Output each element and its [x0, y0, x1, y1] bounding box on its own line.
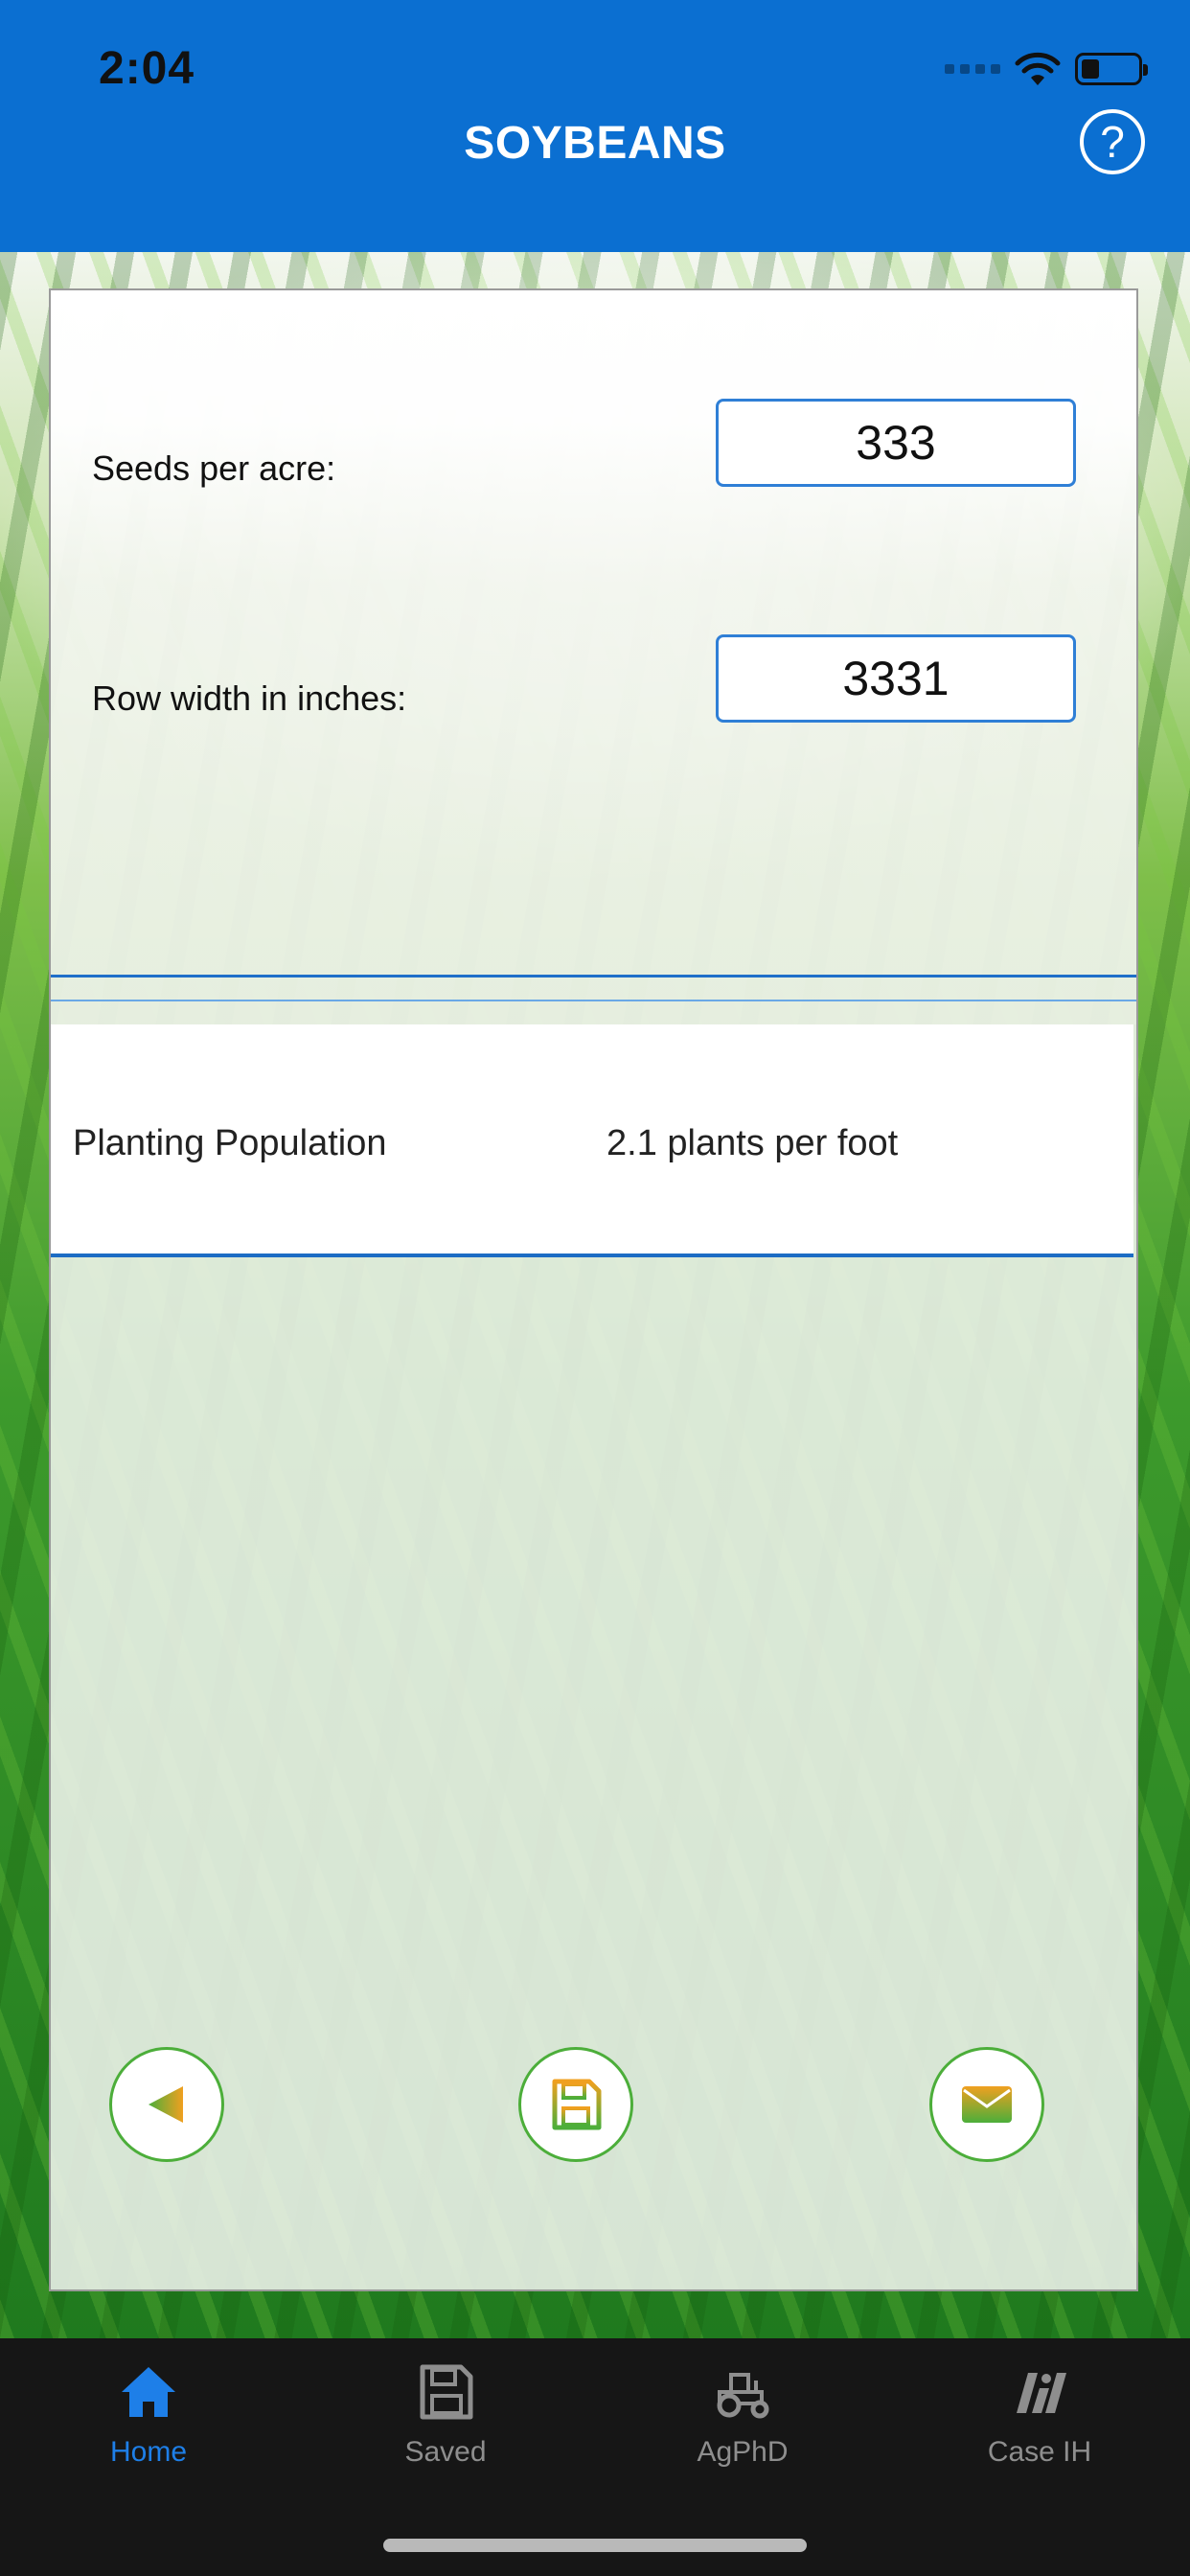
status-icons	[945, 50, 1148, 88]
divider-line	[51, 1000, 1136, 1001]
seeds-per-acre-input[interactable]	[716, 399, 1076, 487]
email-button[interactable]	[929, 2047, 1044, 2162]
envelope-icon	[962, 2086, 1012, 2123]
tab-label: Home	[109, 2436, 188, 2468]
input-section: Seeds per acre: Row width in inches:	[51, 290, 1136, 1024]
row-width-input[interactable]	[716, 634, 1076, 723]
cellular-signal-icon	[945, 64, 1000, 74]
tab-label: Case IH	[987, 2436, 1092, 2468]
row-width-label: Row width in inches:	[92, 678, 407, 718]
home-icon	[122, 2367, 175, 2417]
home-indicator[interactable]	[383, 2539, 807, 2552]
result-label: Planting Population	[73, 1123, 387, 1163]
divider-line	[51, 975, 1136, 978]
seeds-per-acre-label: Seeds per acre:	[92, 448, 336, 488]
tab-case-ih[interactable]: Case IH	[934, 2361, 1145, 2469]
header-bar: 2:04 SOYBEANS ?	[0, 0, 1190, 252]
case-ih-logo-icon	[1017, 2373, 1066, 2413]
calculator-card: Seeds per acre: Row width in inches: Pla…	[49, 288, 1138, 2291]
status-time: 2:04	[99, 43, 195, 94]
help-button[interactable]: ?	[1080, 109, 1145, 174]
tractor-icon	[717, 2373, 769, 2419]
wifi-icon	[1015, 52, 1061, 85]
tab-home[interactable]: Home	[43, 2361, 254, 2469]
floppy-disk-icon	[552, 2079, 602, 2130]
result-value: 2.1 plants per foot	[606, 1123, 899, 1163]
tab-agphd[interactable]: AgPhD	[637, 2361, 848, 2469]
back-triangle-icon	[149, 2086, 183, 2123]
result-row: Planting Population 2.1 plants per foot	[51, 1024, 1133, 1257]
save-button[interactable]	[518, 2047, 633, 2162]
tab-bar: Home Saved AgPhD Case IH	[0, 2338, 1190, 2576]
floppy-disk-icon	[420, 2364, 473, 2420]
battery-icon	[1075, 53, 1148, 85]
tab-saved[interactable]: Saved	[340, 2361, 551, 2469]
tab-label: AgPhD	[697, 2436, 789, 2468]
back-button[interactable]	[109, 2047, 224, 2162]
tab-label: Saved	[404, 2436, 487, 2468]
page-title: SOYBEANS	[464, 118, 726, 169]
